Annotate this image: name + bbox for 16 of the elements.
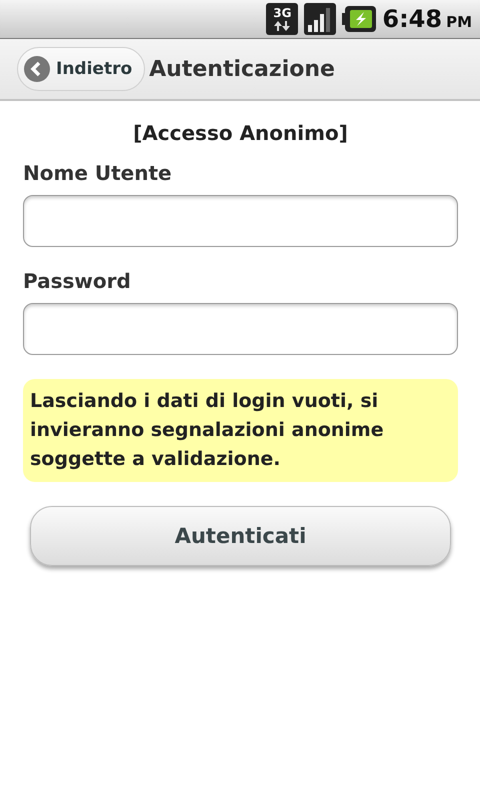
- input-field[interactable]: [23, 303, 458, 355]
- login-button[interactable]: Autenticati: [30, 506, 451, 566]
- data-arrows-icon: [273, 20, 292, 32]
- field-label: Password: [23, 269, 132, 293]
- notice-message: Lasciando i dati di login vuoti, si invieranno segnalazioni anonime soggette a validazione.: [23, 379, 458, 482]
- section-heading: [Accesso Anonimo]: [132, 121, 349, 145]
- field-label: Nome Utente: [23, 161, 173, 185]
- screen-title: Autenticazione: [149, 56, 335, 82]
- back-icon: [24, 56, 50, 82]
- clock-period: PM: [446, 12, 472, 31]
- network-type: 3G: [273, 6, 292, 20]
- signal-icon: [304, 3, 336, 35]
- back-button[interactable]: Indietro: [17, 47, 146, 91]
- input-field[interactable]: [23, 195, 458, 247]
- battery-charging-icon: [342, 6, 376, 32]
- clock-time: 6:48: [382, 5, 442, 33]
